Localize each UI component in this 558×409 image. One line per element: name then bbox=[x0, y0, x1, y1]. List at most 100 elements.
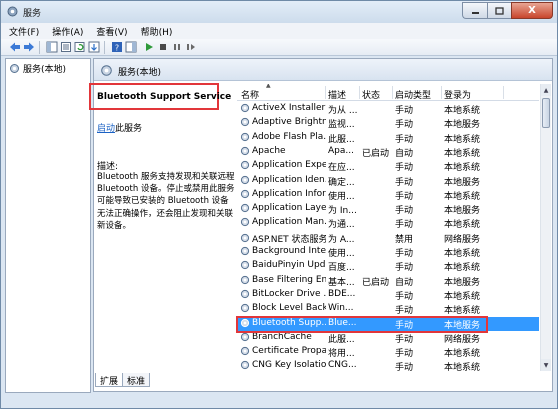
service-description: 为从 ... bbox=[328, 106, 358, 116]
service-row[interactable]: Block Level Back...Win... 手动 本地系统 bbox=[237, 302, 539, 316]
service-name-cell: Application Iden... bbox=[240, 175, 326, 185]
scroll-down-button[interactable]: ▼ bbox=[541, 359, 551, 371]
column-divider[interactable] bbox=[325, 86, 326, 99]
help-button[interactable]: ? bbox=[111, 41, 123, 53]
forward-button[interactable] bbox=[23, 41, 35, 53]
service-description: 为 In... bbox=[328, 206, 357, 217]
column-divider[interactable] bbox=[392, 86, 393, 99]
service-row[interactable]: BitLocker Drive ... BDE... 手动 本地系统 bbox=[237, 288, 539, 302]
column-divider[interactable] bbox=[441, 86, 442, 99]
service-gear-icon bbox=[240, 118, 250, 127]
scroll-up-button[interactable]: ▲ bbox=[541, 84, 551, 96]
export-list-button[interactable] bbox=[88, 41, 100, 53]
vertical-scrollbar[interactable]: ▲ ▼ bbox=[540, 84, 551, 371]
service-status: 已启动 bbox=[362, 148, 390, 159]
help-icon: ? bbox=[112, 42, 122, 53]
service-row[interactable]: Application Layer ...为 In... 手动 本地服务 bbox=[237, 202, 539, 216]
menu-file[interactable]: 文件(F) bbox=[9, 25, 39, 38]
service-row[interactable]: Base Filtering En...基本... 已启动自动 本地服务 bbox=[237, 274, 539, 288]
service-row[interactable]: ASP.NET 状态服务为 A... 禁用 网络服务 bbox=[237, 231, 539, 245]
start-service-suffix: 此服务 bbox=[115, 124, 143, 134]
stop-service-button[interactable] bbox=[157, 41, 169, 53]
service-startup-type: 手动 bbox=[395, 349, 414, 360]
properties-icon bbox=[61, 42, 71, 52]
service-row[interactable]: BaiduPinyin Upd... 百度... 手动 本地系统 bbox=[237, 259, 539, 273]
tab-extended[interactable]: 扩展 bbox=[95, 373, 124, 387]
show-action-pane-button[interactable] bbox=[125, 41, 137, 53]
service-description: 为通... bbox=[328, 220, 355, 231]
close-icon: X bbox=[528, 5, 536, 16]
column-header-log-on-as[interactable]: 登录为 bbox=[444, 88, 471, 101]
service-name-cell: Application Layer ... bbox=[240, 203, 326, 213]
service-row[interactable]: ActiveX Installer ...为从 ... 手动 本地系统 bbox=[237, 102, 539, 116]
service-log-on-as: 本地服务 bbox=[444, 206, 481, 217]
maximize-button[interactable] bbox=[487, 2, 511, 19]
service-description: 为 A... bbox=[328, 234, 355, 245]
service-description: Win... bbox=[328, 303, 354, 314]
service-row[interactable]: Application Expe...在应... 手动 本地系统 bbox=[237, 159, 539, 173]
column-divider[interactable] bbox=[359, 86, 360, 99]
service-name: Application Infor... bbox=[252, 188, 326, 199]
menu-bar: 文件(F) 操作(A) 查看(V) 帮助(H) bbox=[1, 23, 557, 39]
tree-item-label: 服务(本地) bbox=[23, 65, 67, 75]
service-status: 已启动 bbox=[362, 277, 390, 288]
service-startup-type: 手动 bbox=[395, 163, 414, 174]
service-gear-icon bbox=[240, 132, 250, 141]
column-header-name[interactable]: 名称 bbox=[241, 88, 259, 101]
column-divider[interactable] bbox=[503, 86, 504, 99]
service-description: 确定... bbox=[328, 177, 355, 188]
service-row[interactable]: Certificate Propa...将用... 手动 本地系统 bbox=[237, 345, 539, 359]
service-row[interactable]: Application Man... 为通... 手动 本地系统 bbox=[237, 216, 539, 230]
scroll-thumb[interactable] bbox=[542, 98, 550, 128]
service-row[interactable]: Adaptive Brightn...监视... 手动 本地服务 bbox=[237, 116, 539, 130]
pause-service-button[interactable] bbox=[171, 41, 183, 53]
service-name-cell: Application Infor... bbox=[240, 189, 326, 199]
service-name-cell: Application Man... bbox=[240, 217, 326, 227]
service-startup-type: 手动 bbox=[395, 191, 414, 202]
service-gear-icon bbox=[240, 304, 250, 313]
refresh-icon bbox=[74, 42, 85, 52]
back-button[interactable] bbox=[9, 41, 21, 53]
menu-help[interactable]: 帮助(H) bbox=[141, 25, 173, 38]
restart-service-button[interactable] bbox=[185, 41, 197, 53]
column-header-startup-type[interactable]: 启动类型 bbox=[395, 88, 431, 101]
service-name: BitLocker Drive ... bbox=[252, 288, 326, 299]
service-row[interactable]: Apache Apa... 已启动 自动 本地系统 bbox=[237, 145, 539, 159]
service-gear-icon bbox=[240, 189, 250, 198]
service-name-cell: Certificate Propa... bbox=[240, 346, 326, 356]
start-service-link[interactable]: 启动 bbox=[97, 124, 115, 134]
service-startup-type: 手动 bbox=[395, 291, 414, 302]
properties-button[interactable] bbox=[60, 41, 72, 53]
service-row[interactable]: Adobe Flash Pla... 此服... 手动 本地系统 bbox=[237, 131, 539, 145]
tree-item-services-local[interactable]: 服务(本地) bbox=[9, 62, 66, 75]
start-service-button[interactable] bbox=[143, 41, 155, 53]
service-row[interactable]: CNG Key Isolation CNG... 手动 本地系统 bbox=[237, 359, 539, 371]
service-name: CNG Key Isolation bbox=[252, 360, 326, 371]
pane-header-title: 服务(本地) bbox=[118, 68, 162, 78]
column-header-description[interactable]: 描述 bbox=[328, 88, 346, 101]
refresh-button[interactable] bbox=[74, 41, 86, 53]
toolbar: ? bbox=[1, 39, 557, 56]
close-button[interactable]: X bbox=[511, 2, 553, 19]
service-log-on-as: 本地服务 bbox=[444, 177, 481, 188]
service-log-on-as: 本地系统 bbox=[444, 106, 481, 116]
tab-standard[interactable]: 标准 bbox=[122, 373, 151, 387]
menu-action[interactable]: 操作(A) bbox=[52, 25, 83, 38]
service-description: 使用... bbox=[328, 191, 355, 202]
service-startup-type: 手动 bbox=[395, 134, 414, 145]
service-startup-type: 手动 bbox=[395, 220, 414, 231]
menu-view[interactable]: 查看(V) bbox=[96, 25, 127, 38]
service-name-cell: ActiveX Installer ... bbox=[240, 103, 326, 113]
service-row[interactable]: Application Infor... 使用... 手动 本地系统 bbox=[237, 188, 539, 202]
service-description: Apa... bbox=[328, 145, 354, 156]
service-log-on-as: 本地系统 bbox=[444, 163, 481, 174]
column-header-status[interactable]: 状态 bbox=[362, 88, 380, 101]
service-row[interactable]: Application Iden... 确定... 手动 本地服务 bbox=[237, 174, 539, 188]
show-console-tree-button[interactable] bbox=[46, 41, 58, 53]
window-title: 服务 bbox=[23, 9, 42, 19]
service-name: Application Iden... bbox=[252, 174, 326, 185]
service-startup-type: 手动 bbox=[395, 177, 414, 188]
service-startup-type: 手动 bbox=[395, 363, 414, 371]
service-row[interactable]: Background Inte...使用... 手动 本地系统 bbox=[237, 245, 539, 259]
minimize-button[interactable] bbox=[462, 2, 487, 19]
